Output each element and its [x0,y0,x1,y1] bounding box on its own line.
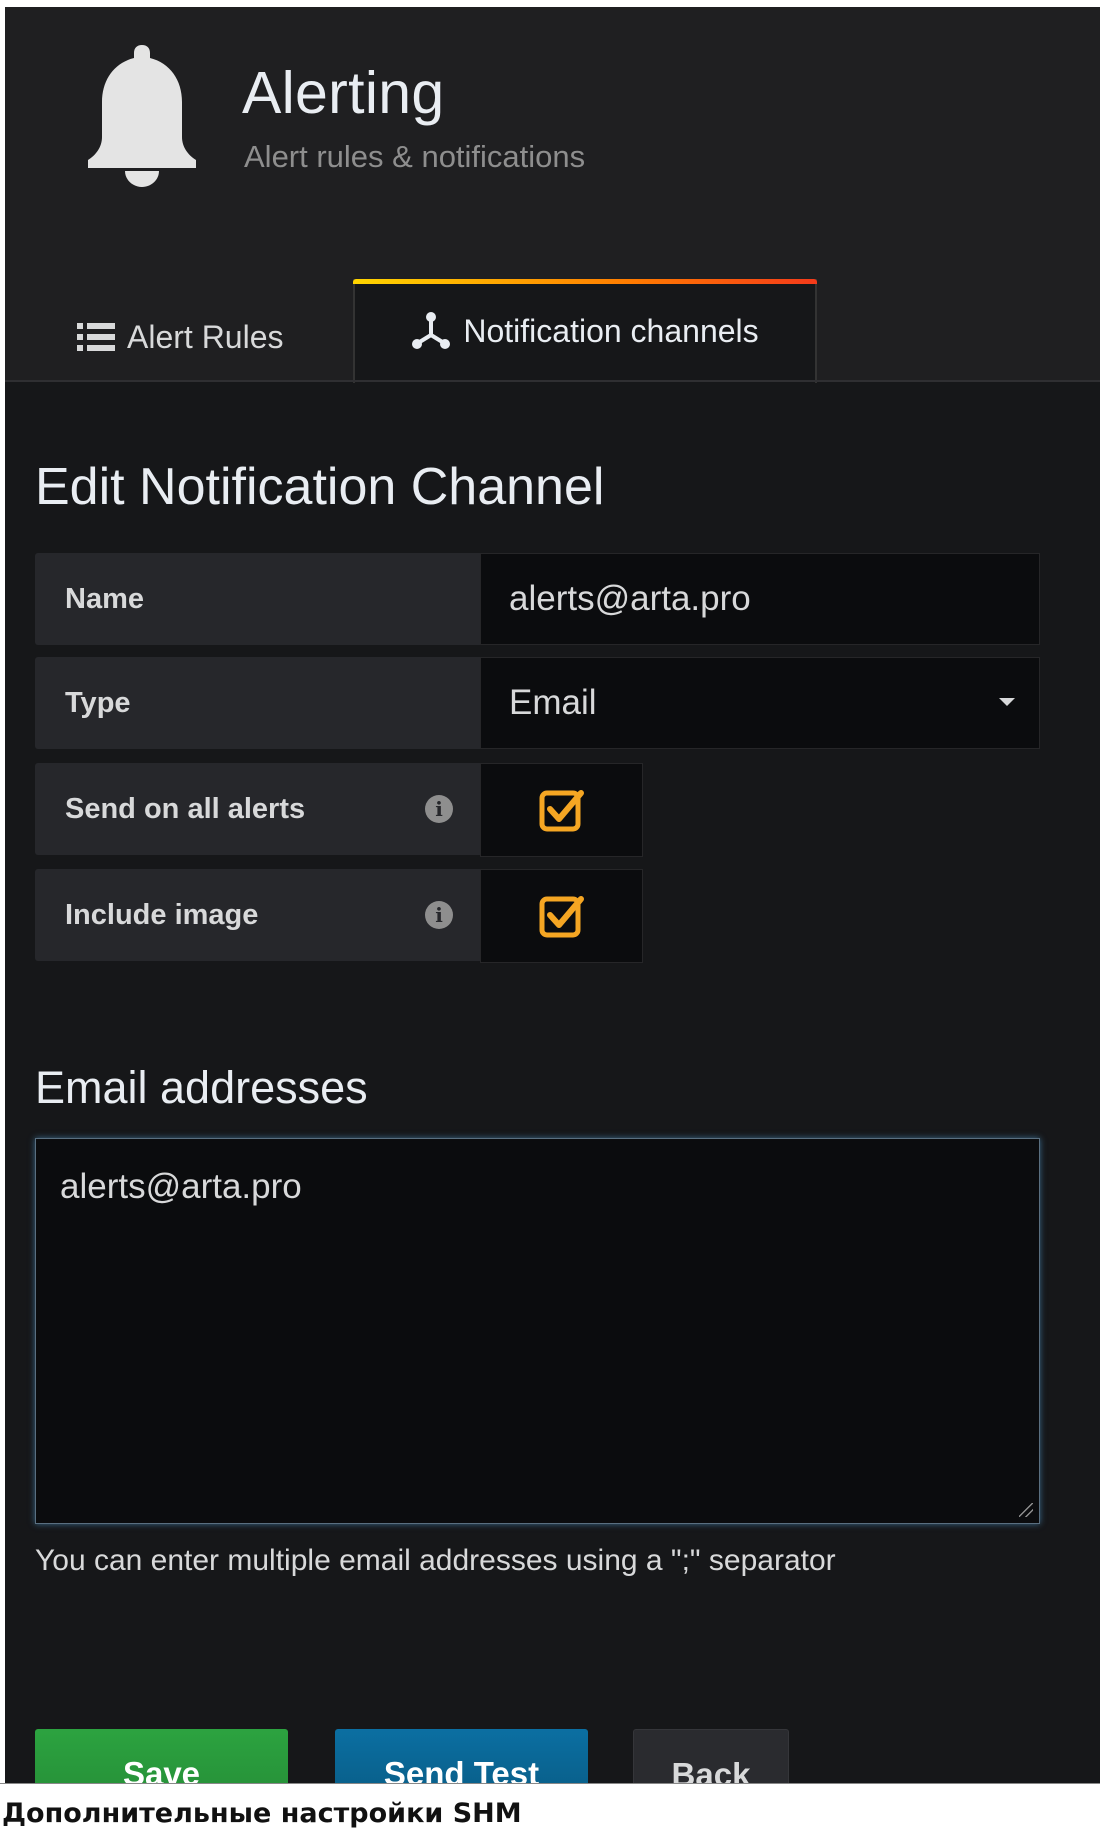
page-header: Alerting Alert rules & notifications Ale… [5,7,1100,383]
type-select[interactable]: Email [480,657,1040,749]
checkbox-checked-icon [539,790,584,832]
name-input[interactable]: alerts@arta.pro [480,553,1040,645]
email-addresses-value: alerts@arta.pro [60,1167,302,1206]
include-image-checkbox[interactable] [480,869,643,963]
back-button[interactable]: Back [633,1729,789,1787]
tab-notification-channels[interactable]: Notification channels [353,279,817,383]
tabs-divider [5,380,1100,382]
list-icon [77,323,115,351]
type-label: Type [35,657,480,749]
email-hint: You can enter multiple email addresses u… [35,1544,836,1577]
tab-alert-rules-label: Alert Rules [127,318,284,355]
tab-alert-rules[interactable]: Alert Rules [77,309,284,365]
tab-notification-channels-label: Notification channels [463,312,759,349]
save-button[interactable]: Save [35,1729,288,1787]
send-all-label-text: Send on all alerts [65,792,306,825]
caret-down-icon [999,698,1015,706]
name-label: Name [35,553,480,645]
email-addresses-textarea[interactable]: alerts@arta.pro [35,1138,1040,1524]
bell-icon [88,45,196,187]
page-header-subtitle: Alert rules & notifications [244,139,586,174]
info-icon[interactable]: i [425,795,453,823]
app-window: Alerting Alert rules & notifications Ale… [5,7,1100,1787]
email-section-title: Email addresses [35,1062,368,1113]
include-image-label: Include image [35,869,480,961]
include-image-label-text: Include image [65,898,259,931]
send-all-label: Send on all alerts [35,763,480,855]
type-select-value: Email [509,683,597,722]
send-all-checkbox[interactable] [480,763,643,857]
send-test-button[interactable]: Send Test [335,1729,588,1787]
form-title: Edit Notification Channel [35,458,605,516]
channels-icon [412,312,451,349]
caption-text: Дополнительные настройки SHM [2,1798,522,1829]
checkbox-checked-icon [539,896,584,938]
page-header-title: Alerting [242,60,445,126]
info-icon[interactable]: i [425,901,453,929]
resize-grip-icon[interactable] [1019,1503,1033,1517]
